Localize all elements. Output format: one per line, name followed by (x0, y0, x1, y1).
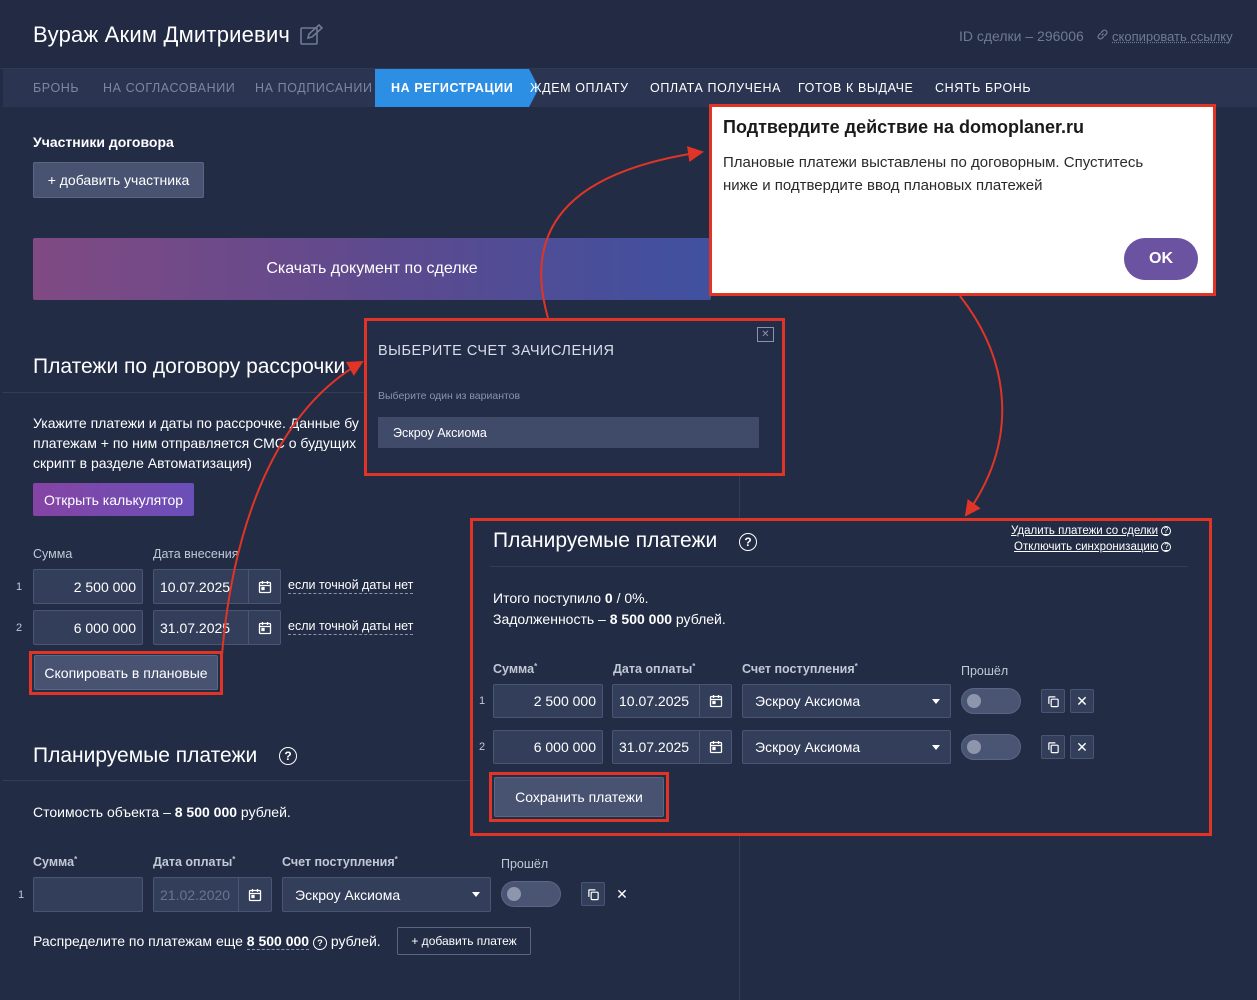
account-option[interactable]: Эскроу Аксиома (378, 417, 759, 448)
row-number: 1 (479, 695, 486, 707)
object-cost: Стоимость объекта – 8 500 000 рублей. (33, 804, 291, 820)
no-exact-date-link[interactable]: если точной даты нет (288, 578, 414, 594)
no-exact-date-link[interactable]: если точной даты нет (288, 619, 414, 635)
save-payments-button[interactable]: Сохранить платежи (494, 777, 664, 817)
account-select[interactable]: Эскроу Аксиома (282, 877, 491, 912)
amount-input[interactable] (33, 877, 143, 912)
add-participant-button[interactable]: + добавить участника (33, 162, 204, 198)
col-date: Дата внесения (153, 547, 239, 561)
tab-soglasovanie[interactable]: НА СОГЛАСОВАНИИ (103, 69, 235, 107)
help-icon: ? (1161, 542, 1172, 552)
divider (490, 566, 1188, 567)
debt-total: Задолженность – 8 500 000 рублей. (493, 611, 726, 627)
account-select[interactable]: Эскроу Аксиома (742, 730, 951, 764)
calendar-icon[interactable] (238, 877, 272, 912)
calendar-icon[interactable] (248, 569, 281, 604)
tab-registratsiya[interactable]: НА РЕГИСТРАЦИИ (375, 69, 540, 107)
tab-podpisanie[interactable]: НА ПОДПИСАНИИ (255, 69, 373, 107)
disable-sync-link[interactable]: Отключить синхронизацию? (1014, 541, 1172, 553)
installments-description: Укажите платежи и даты по рассрочке. Дан… (33, 415, 359, 471)
planned-title: Планируемые платежи (33, 744, 258, 767)
copy-icon[interactable] (1041, 735, 1065, 759)
copy-link-label: скопировать ссылку (1112, 28, 1233, 44)
row-number: 1 (16, 581, 23, 593)
calendar-icon[interactable] (699, 730, 732, 764)
tab-bron[interactable]: БРОНЬ (33, 69, 79, 107)
col-account: Счет поступления* (282, 855, 398, 869)
installments-title: Платежи по договору рассрочки (33, 355, 346, 378)
add-payment-button[interactable]: + добавить платеж (397, 927, 531, 955)
col-amount: Сумма* (33, 855, 78, 869)
passed-toggle[interactable] (961, 688, 1021, 714)
copy-to-planned-button[interactable]: Скопировать в плановые (34, 655, 218, 690)
amount-input[interactable]: 2 500 000 (493, 684, 603, 718)
tab-snyat-bron[interactable]: СНЯТЬ БРОНЬ (935, 69, 1031, 107)
help-icon[interactable]: ? (739, 533, 757, 551)
open-calculator-button[interactable]: Открыть калькулятор (33, 483, 194, 516)
chevron-down-icon (932, 698, 940, 704)
ok-button[interactable]: OK (1124, 238, 1198, 280)
help-icon[interactable]: ? (312, 936, 327, 950)
dialog-message: Плановые платежи выставлены по договорны… (723, 154, 1144, 194)
date-input[interactable]: 21.02.2020 (153, 877, 239, 912)
col-amount: Сумма* (493, 662, 538, 676)
col-passed: Прошёл (501, 857, 549, 871)
delete-payments-link[interactable]: Удалить платежи со сделки? (1011, 525, 1172, 537)
col-date: Дата оплаты* (153, 855, 236, 869)
chevron-down-icon (472, 892, 480, 897)
close-icon[interactable]: ✕ (757, 327, 774, 342)
chevron-down-icon (932, 744, 940, 750)
col-amount: Сумма (33, 547, 73, 561)
distribute-remaining: Распределите по платежам еще 8 500 000 ?… (33, 933, 381, 950)
date-input[interactable]: 31.07.2025 (612, 730, 700, 764)
download-document-button[interactable]: Скачать документ по сделке (33, 238, 711, 300)
close-icon[interactable]: ✕ (1070, 689, 1094, 713)
amount-input[interactable]: 2 500 000 (33, 569, 143, 604)
help-icon: ? (1161, 526, 1172, 536)
close-icon[interactable]: ✕ (610, 882, 634, 906)
row-number: 2 (16, 622, 23, 634)
passed-toggle[interactable] (501, 881, 561, 907)
planned-title: Планируемые платежи (493, 529, 718, 552)
dialog-title: Подтвердите действие на domoplaner.ru (723, 117, 1085, 137)
col-passed: Прошёл (961, 664, 1009, 678)
tab-zhdem-oplatu[interactable]: ЖДЕМ ОПЛАТУ (530, 69, 629, 107)
account-select[interactable]: Эскроу Аксиома (742, 684, 951, 718)
calendar-icon[interactable] (248, 610, 281, 645)
close-icon[interactable]: ✕ (1070, 735, 1094, 759)
person-name: Вураж Аким Дмитриевич (33, 22, 291, 47)
tab-oplata-poluchena[interactable]: ОПЛАТА ПОЛУЧЕНА (650, 69, 781, 107)
col-account: Счет поступления* (742, 662, 858, 676)
edit-icon[interactable] (299, 23, 324, 47)
passed-toggle[interactable] (961, 734, 1021, 760)
row-number: 2 (479, 741, 486, 753)
calendar-icon[interactable] (699, 684, 732, 718)
tab-gotov-k-vydache[interactable]: ГОТОВ К ВЫДАЧЕ (798, 69, 913, 107)
date-input[interactable]: 10.07.2025 (612, 684, 700, 718)
amount-input[interactable]: 6 000 000 (493, 730, 603, 764)
copy-link[interactable]: скопировать ссылку (1096, 28, 1233, 44)
col-date: Дата оплаты* (613, 662, 696, 676)
date-input[interactable]: 31.07.2025 (153, 610, 249, 645)
row-number: 1 (18, 889, 25, 901)
amount-input[interactable]: 6 000 000 (33, 610, 143, 645)
status-tabs: БРОНЬ НА СОГЛАСОВАНИИ НА ПОДПИСАНИИ НА Р… (3, 69, 1257, 107)
modal-hint: Выберите один из вариантов (378, 390, 521, 402)
link-icon (1096, 28, 1109, 44)
date-input[interactable]: 10.07.2025 (153, 569, 249, 604)
copy-icon[interactable] (1041, 689, 1065, 713)
deal-id: ID сделки – 296006 (959, 28, 1084, 44)
help-icon[interactable]: ? (279, 747, 297, 765)
modal-title: ВЫБЕРИТЕ СЧЕТ ЗАЧИСЛЕНИЯ (378, 343, 615, 359)
received-total: Итого поступило 0 / 0%. (493, 590, 649, 606)
copy-icon[interactable] (581, 882, 605, 906)
participants-title: Участники договора (33, 134, 174, 150)
